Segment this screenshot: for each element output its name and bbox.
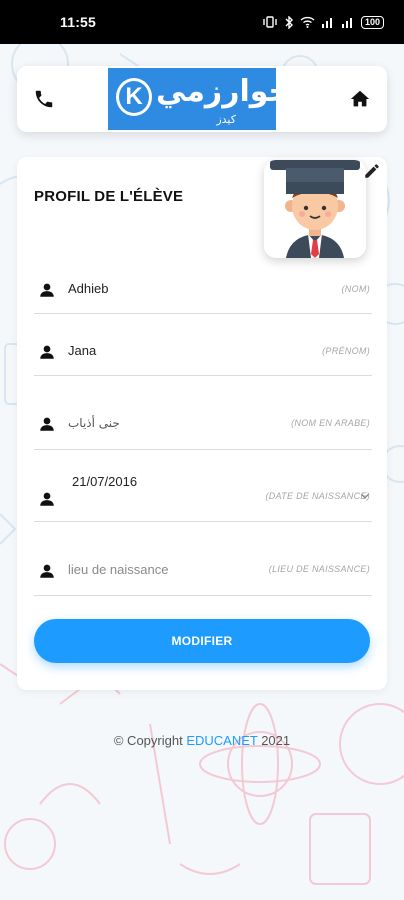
person-icon [40,345,54,359]
person-icon [40,492,54,506]
logo-subtitle: كيدز [216,113,236,126]
status-time: 11:55 [60,14,97,30]
header-bar: K الخوارزمي كيدز [17,66,387,132]
field-divider [34,521,372,522]
copyright-year: 2021 [257,733,291,748]
app-logo: K الخوارزمي كيدز [108,68,312,130]
student-profile-card: PROFIL DE L'ÉLÈVE Adhieb (NOM) Jana (PRÉ… [17,157,387,690]
nom-value: Adhieb [68,281,109,296]
wifi-icon [300,16,315,28]
lieu-naissance-placeholder: lieu de naissance [68,562,169,577]
field-divider [34,595,372,596]
home-icon[interactable] [349,88,371,110]
signal-icon [321,18,332,28]
nom-arabe-label: (NOM EN ARABE) [291,418,370,428]
student-avatar[interactable] [264,160,366,258]
person-icon [40,564,54,578]
lieu-naissance-label: (LIEU DE NAISSANCE) [268,564,370,574]
person-icon [40,283,54,297]
logo-mark: K [116,78,152,116]
edit-icon[interactable] [363,162,381,180]
field-divider [34,375,372,376]
field-lieu-naissance[interactable]: lieu de naissance (LIEU DE NAISSANCE) [34,555,372,596]
status-bar: 11:55 100 [0,0,404,44]
prenom-value: Jana [68,343,97,358]
student-avatar-illustration [270,160,360,258]
signal-icon-2 [341,18,352,28]
nom-label: (NOM) [341,284,370,294]
prenom-label: (PRÉNOM) [322,346,370,356]
chevron-down-icon[interactable] [358,489,372,503]
logo-arabic-text: الخوارزمي [156,74,312,109]
field-divider [34,449,372,450]
field-divider [34,313,372,314]
field-nom-arabe[interactable]: جنى أذياب (NOM EN ARABE) [34,409,372,450]
page-title: PROFIL DE L'ÉLÈVE [34,188,184,205]
copyright-prefix: © Copyright [113,733,187,748]
field-prenom[interactable]: Jana (PRÉNOM) [34,335,372,376]
nom-arabe-value: جنى أذياب [68,416,120,430]
status-icons: 100 [262,15,384,29]
footer-copyright: © Copyright EDUCANET 2021 [0,733,404,748]
battery-indicator: 100 [360,15,384,29]
modify-button[interactable]: MODIFIER [34,619,370,663]
bluetooth-icon [285,15,293,29]
date-naissance-value: 21/07/2016 [72,474,138,489]
vibrate-icon [263,16,277,28]
person-icon [40,417,54,431]
date-naissance-label: (DATE DE NAISSANCE) [265,491,370,501]
field-nom[interactable]: Adhieb (NOM) [34,273,372,314]
copyright-brand[interactable]: EDUCANET [186,733,257,748]
phone-icon[interactable] [33,88,55,110]
field-date-naissance[interactable]: 21/07/2016 (DATE DE NAISSANCE) [34,473,372,522]
